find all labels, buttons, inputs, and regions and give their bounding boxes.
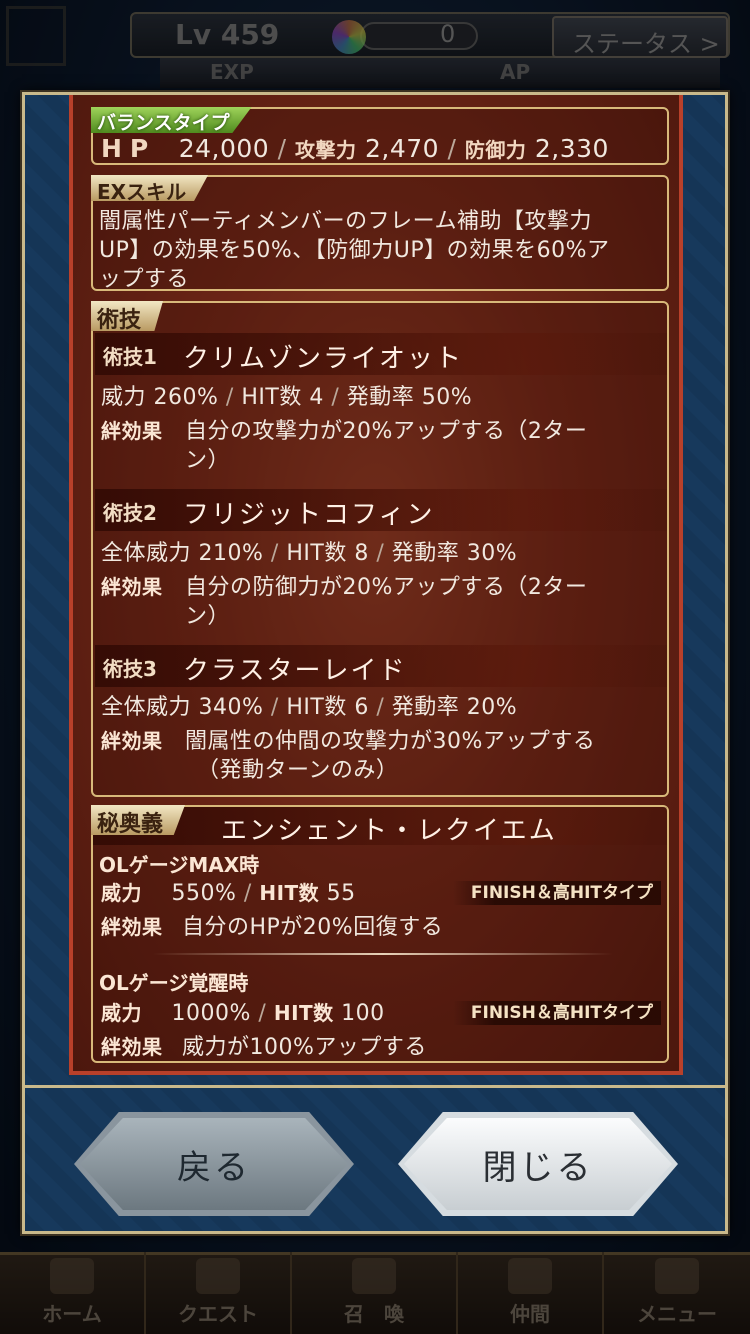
hit-label: HIT数 — [259, 881, 320, 905]
effect-text: （発動ターンのみ） — [197, 758, 399, 783]
effect-label: 絆効果 — [101, 1035, 163, 1059]
divider — [153, 953, 613, 955]
hit-value: 100 — [341, 1001, 385, 1026]
ex-skill-panel: EXスキル 闇属性パーティメンバーのフレーム補助【攻撃力 UP】の効果を50%、… — [91, 175, 669, 294]
hit-value: 8 — [354, 541, 369, 566]
stats-line: HP 24,000 / 攻撃力 2,470 / 防御力 2,330 — [101, 135, 609, 164]
art-1-stats: 威力 260% / HIT数 4 / 発動率 50% — [101, 385, 473, 410]
ex-skill-line: 闇属性パーティメンバーのフレーム補助【攻撃力 — [99, 209, 593, 234]
def-label: 防御力 — [464, 138, 527, 162]
back-button[interactable]: 戻る — [74, 1112, 354, 1216]
art-number: 術技2 — [103, 501, 157, 525]
effect-text: ン） — [185, 604, 231, 629]
hp-value: 24,000 — [178, 134, 270, 163]
rate-label: 発動率 — [391, 541, 460, 566]
hit-value: 55 — [326, 881, 356, 906]
power-label: 威力 — [101, 385, 147, 410]
mystic-tag: 秘奥義 — [91, 805, 186, 835]
effect-text: 自分の攻撃力が20%アップする（2ター — [185, 419, 588, 444]
ol-max-heading: OLゲージMAX時 — [99, 853, 260, 877]
art-number: 術技1 — [103, 345, 157, 369]
hit-label: HIT数 — [241, 385, 302, 410]
effect-label: 絆効果 — [101, 419, 163, 443]
art-3-stats: 全体威力 340% / HIT数 6 / 発動率 20% — [101, 695, 518, 720]
ex-skill-tag: EXスキル — [91, 175, 209, 201]
finish-type-badge: FINISH＆高HITタイプ — [452, 881, 661, 905]
arts-tag: 術技 — [91, 301, 164, 331]
stat-separator: / — [447, 134, 457, 163]
power-label: 威力 — [101, 1001, 142, 1025]
art-number: 術技3 — [103, 657, 157, 681]
power-value: 210% — [198, 541, 264, 566]
rate-label: 発動率 — [391, 695, 460, 720]
character-detail-modal: バランスタイプ HP 24,000 / 攻撃力 2,470 / 防御力 2,33… — [22, 92, 728, 1234]
hit-label: HIT数 — [286, 541, 347, 566]
stats-panel: バランスタイプ HP 24,000 / 攻撃力 2,470 / 防御力 2,33… — [91, 107, 669, 165]
effect-text: ン） — [185, 448, 231, 473]
mystic-name: エンシェント・レクイエム — [221, 816, 557, 846]
back-button-label: 戻る — [80, 1118, 348, 1210]
power-value: 550% — [171, 881, 237, 906]
rate-label: 発動率 — [346, 385, 415, 410]
power-value: 260% — [153, 385, 219, 410]
hit-label: HIT数 — [273, 1001, 334, 1025]
ol-awake-effect: 絆効果 威力が100%アップする — [101, 1033, 427, 1062]
art-1-header: 術技1 クリムゾンライオット — [95, 333, 667, 375]
ex-skill-line: UP】の効果を50%、【防御力UP】の効果を60%ア — [99, 238, 610, 263]
art-2-stats: 全体威力 210% / HIT数 8 / 発動率 30% — [101, 541, 518, 566]
effect-label: 絆効果 — [101, 729, 163, 753]
close-button[interactable]: 閉じる — [398, 1112, 678, 1216]
rate-value: 30% — [466, 541, 518, 566]
hp-label: HP — [101, 134, 157, 163]
art-1-effect: 絆効果 自分の攻撃力が20%アップする（2ター ン） — [101, 417, 661, 475]
ol-awake-heading: OLゲージ覚醒時 — [99, 971, 249, 995]
ol-awake-stats: 威力 1000% / HIT数 100 — [101, 1001, 385, 1026]
effect-text: 闇属性の仲間の攻撃力が30%アップする — [185, 729, 596, 754]
power-label: 威力 — [101, 881, 142, 905]
art-name: フリジットコフィン — [183, 500, 435, 530]
stat-separator: / — [277, 134, 287, 163]
effect-label: 絆効果 — [101, 915, 163, 939]
ex-skill-description: 闇属性パーティメンバーのフレーム補助【攻撃力 UP】の効果を50%、【防御力UP… — [99, 207, 610, 294]
hit-value: 4 — [309, 385, 324, 410]
def-value: 2,330 — [534, 134, 609, 163]
power-label: 全体威力 — [101, 541, 192, 566]
type-tag: バランスタイプ — [91, 107, 252, 133]
effect-text: 威力が100%アップする — [182, 1035, 427, 1060]
ol-max-stats: 威力 550% / HIT数 55 — [101, 881, 356, 906]
rate-value: 20% — [466, 695, 518, 720]
hit-value: 6 — [354, 695, 369, 720]
ex-skill-line: ップする — [99, 267, 190, 292]
mystic-arte-panel: エンシェント・レクイエム 秘奥義 OLゲージMAX時 威力 550% / HIT… — [91, 805, 669, 1063]
divider — [25, 1085, 725, 1088]
hit-label: HIT数 — [286, 695, 347, 720]
atk-value: 2,470 — [364, 134, 440, 163]
atk-label: 攻撃力 — [295, 138, 357, 162]
art-3-header: 術技3 クラスターレイド — [95, 645, 667, 687]
power-value: 340% — [198, 695, 264, 720]
power-value: 1000% — [171, 1001, 251, 1026]
effect-text: 自分のHPが20%回復する — [182, 915, 444, 940]
arts-panel: 術技 術技1 クリムゾンライオット 威力 260% / HIT数 4 / 発動率… — [91, 301, 669, 797]
art-name: クラスターレイド — [183, 656, 407, 686]
rate-value: 50% — [421, 385, 473, 410]
close-button-label: 閉じる — [404, 1118, 672, 1210]
ol-max-effect: 絆効果 自分のHPが20%回復する — [101, 913, 443, 942]
finish-type-badge: FINISH＆高HITタイプ — [452, 1001, 661, 1025]
effect-text: 自分の防御力が20%アップする（2ター — [185, 575, 588, 600]
effect-label: 絆効果 — [101, 575, 163, 599]
art-name: クリムゾンライオット — [183, 344, 464, 374]
art-2-effect: 絆効果 自分の防御力が20%アップする（2ター ン） — [101, 573, 661, 631]
power-label: 全体威力 — [101, 695, 192, 720]
art-2-header: 術技2 フリジットコフィン — [95, 489, 667, 531]
art-3-effect: 絆効果 闇属性の仲間の攻撃力が30%アップする （発動ターンのみ） — [101, 727, 661, 785]
